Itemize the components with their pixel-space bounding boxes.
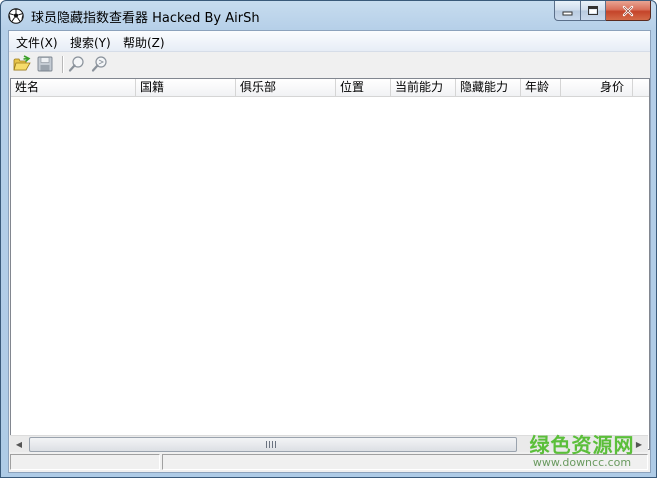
- column-header-nationality[interactable]: 国籍: [136, 79, 236, 96]
- close-button[interactable]: [606, 1, 651, 21]
- column-header-position[interactable]: 位置: [336, 79, 391, 96]
- window-controls: [554, 1, 651, 21]
- menu-search[interactable]: 搜索(Y): [70, 34, 111, 51]
- client-area: 文件(X) 搜索(Y) 帮助(Z) 姓名 国籍 俱乐部 位置 当前能力 隐藏能力…: [8, 30, 651, 473]
- search-icon[interactable]: [68, 55, 86, 73]
- window-title: 球员隐藏指数查看器 Hacked By AirSh: [31, 11, 260, 26]
- menu-file[interactable]: 文件(X): [16, 34, 58, 51]
- column-header-age[interactable]: 年龄: [521, 79, 561, 96]
- status-panel-1: [10, 454, 160, 470]
- save-icon[interactable]: [36, 55, 54, 73]
- scroll-grip-icon: [266, 441, 276, 448]
- toolbar-separator: [62, 56, 64, 73]
- column-header-current-ability[interactable]: 当前能力: [391, 79, 456, 96]
- menu-bar: 文件(X) 搜索(Y) 帮助(Z): [9, 31, 650, 52]
- scroll-left-button[interactable]: ◀: [11, 436, 27, 452]
- open-folder-icon[interactable]: [13, 55, 31, 73]
- scroll-thumb[interactable]: [29, 437, 517, 452]
- menu-help[interactable]: 帮助(Z): [123, 34, 165, 51]
- app-window: 球员隐藏指数查看器 Hacked By AirSh 文件(X) 搜索(Y) 帮助…: [0, 0, 657, 478]
- column-header-hidden-ability[interactable]: 隐藏能力: [456, 79, 521, 96]
- maximize-icon: [588, 6, 598, 15]
- column-header-name[interactable]: 姓名: [11, 79, 136, 96]
- watermark-brand: 绿色资源网: [529, 433, 635, 457]
- watermark: 绿色资源网 www.downcc.com: [521, 429, 643, 469]
- maximize-button[interactable]: [581, 1, 606, 21]
- list-header: 姓名 国籍 俱乐部 位置 当前能力 隐藏能力 年龄 身价: [11, 79, 649, 97]
- player-list[interactable]: 姓名 国籍 俱乐部 位置 当前能力 隐藏能力 年龄 身价: [10, 78, 650, 450]
- title-bar[interactable]: 球员隐藏指数查看器 Hacked By AirSh: [1, 1, 656, 30]
- watermark-url: www.downcc.com: [532, 456, 632, 469]
- minimize-icon: [562, 11, 573, 15]
- soccer-ball-icon: [8, 8, 24, 24]
- close-icon: [622, 5, 634, 16]
- column-header-club[interactable]: 俱乐部: [236, 79, 336, 96]
- column-header-value[interactable]: 身价: [561, 79, 633, 96]
- search-next-icon[interactable]: [91, 55, 109, 73]
- toolbar: [9, 52, 650, 77]
- minimize-button[interactable]: [554, 1, 581, 21]
